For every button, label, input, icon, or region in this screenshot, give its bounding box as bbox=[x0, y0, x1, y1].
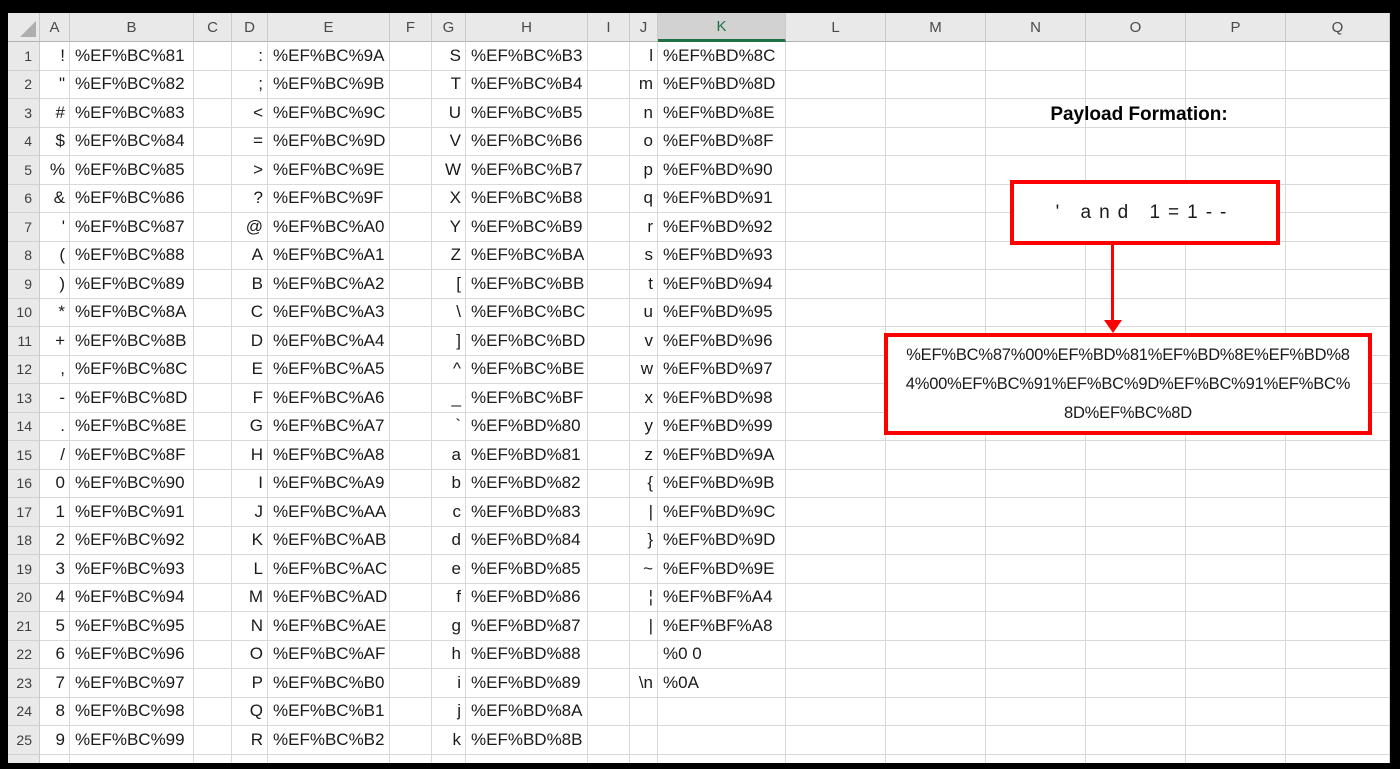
encoded-line: 8D%EF%BC%8D bbox=[1063, 403, 1192, 422]
payload-formation-title: Payload Formation: bbox=[1050, 104, 1228, 125]
payload-plaintext-box[interactable]: ' and 1=1-- bbox=[1010, 180, 1280, 245]
down-arrow-stem bbox=[1111, 245, 1114, 322]
annotation-layer: Payload Formation: ' and 1=1-- %EF%BC%87… bbox=[0, 0, 1400, 769]
encoded-line: %EF%BC%87%00%EF%BD%81%EF%BD%8E%EF%BD%8 bbox=[906, 345, 1350, 364]
payload-encoded-box[interactable]: %EF%BC%87%00%EF%BD%81%EF%BD%8E%EF%BD%8 4… bbox=[884, 333, 1372, 435]
screenshot-root: { "colors": { "annotation_red": "#FF0000… bbox=[0, 0, 1400, 769]
down-arrow-icon bbox=[1104, 320, 1122, 333]
encoded-line: 4%00%EF%BC%91%EF%BC%9D%EF%BC%91%EF%BC% bbox=[905, 374, 1351, 393]
